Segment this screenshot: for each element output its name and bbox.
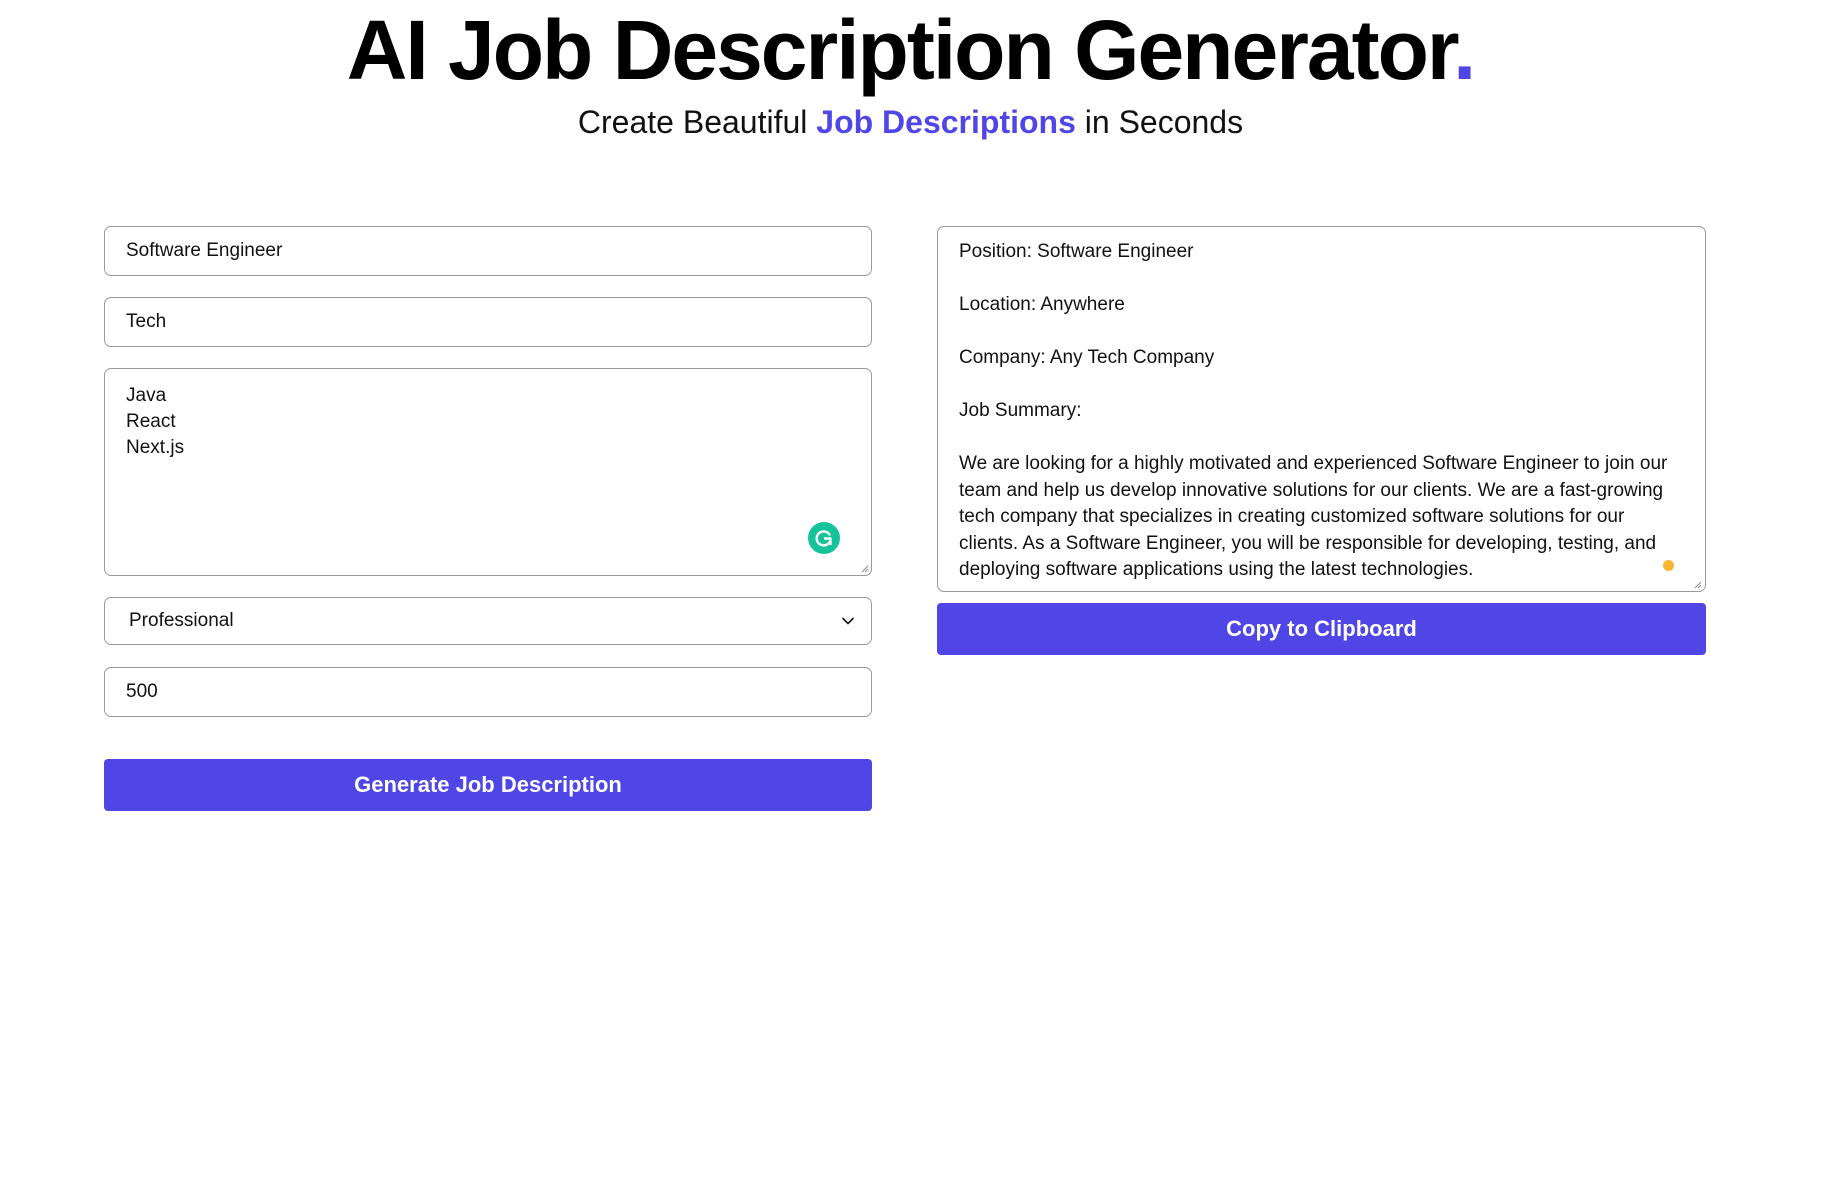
- grammarly-g-glyph: [815, 530, 832, 547]
- chevron-down-icon: [842, 617, 854, 625]
- output-line: Job Summary:: [959, 400, 1082, 421]
- generate-button[interactable]: Generate Job Description: [104, 759, 872, 811]
- subtitle-before: Create Beautiful: [577, 104, 817, 140]
- keywords-resize-handle[interactable]: [859, 563, 869, 573]
- output-line: Position: Software Engineer: [959, 241, 1194, 262]
- word-limit-input[interactable]: [104, 667, 872, 717]
- page-title: AI Job Description Generator.: [0, 4, 1821, 96]
- subtitle-highlight: Job Descriptions: [816, 104, 1076, 140]
- status-dot-icon: [1663, 560, 1674, 571]
- title-dot: .: [1452, 3, 1476, 97]
- job-title-input[interactable]: [104, 226, 872, 276]
- grammarly-icon[interactable]: [808, 522, 840, 554]
- page-subtitle: Create Beautiful Job Descriptions in Sec…: [0, 100, 1821, 144]
- tone-select[interactable]: Professional: [104, 597, 872, 645]
- tone-select-value: Professional: [129, 610, 234, 631]
- keywords-textarea[interactable]: Java React Next.js: [104, 368, 872, 576]
- output-resize-handle[interactable]: [1692, 579, 1702, 589]
- output-line: Company: Any Tech Company: [959, 347, 1215, 368]
- output-line: Location: Anywhere: [959, 294, 1125, 315]
- page-title-text: AI Job Description Generator: [346, 3, 1455, 97]
- industry-input[interactable]: [104, 297, 872, 347]
- output-paragraph: We are looking for a highly motivated an…: [959, 453, 1668, 580]
- copy-to-clipboard-button[interactable]: Copy to Clipboard: [937, 603, 1706, 655]
- subtitle-after: in Seconds: [1075, 104, 1244, 140]
- job-description-output[interactable]: Position: Software Engineer Location: An…: [937, 226, 1706, 592]
